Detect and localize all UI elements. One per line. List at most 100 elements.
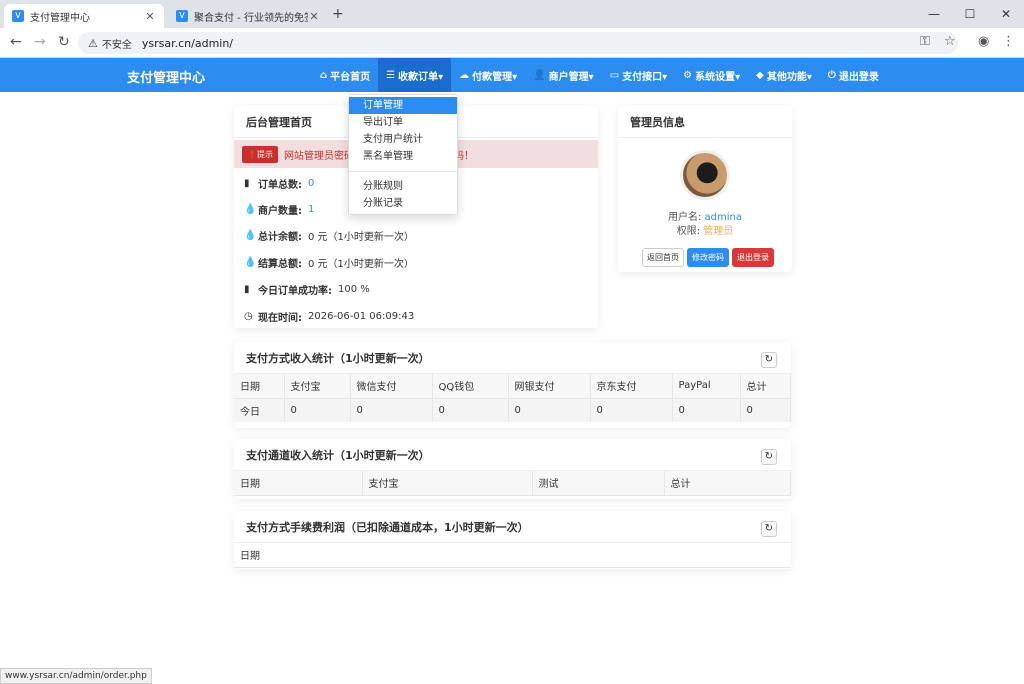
- menu-item-user-stats[interactable]: 支付用户统计: [349, 131, 457, 148]
- tab-close-icon[interactable]: ✕: [308, 10, 320, 23]
- back-home-button[interactable]: 返回首页: [642, 248, 684, 267]
- star-icon[interactable]: ☆: [944, 34, 956, 49]
- nav-home[interactable]: ⌂ 平台首页: [312, 58, 378, 92]
- channel-table: 日期 支付宝 测试 总计: [234, 471, 791, 496]
- stat-value: 0 元（1小时更新一次）: [308, 259, 414, 270]
- panel-title: 支付方式收入统计（1小时更新一次）: [234, 342, 791, 374]
- nav-merchants[interactable]: 👤 商户管理▾: [525, 58, 601, 92]
- admin-role-row: 权限: 管理员: [618, 222, 792, 237]
- table-header-row: 日期: [234, 543, 791, 568]
- nav-settings[interactable]: ⚙ 系统设置▾: [675, 58, 748, 92]
- gear-icon: ⚙: [683, 69, 693, 81]
- stat-value[interactable]: 1: [308, 204, 314, 215]
- column-header: QQ钱包: [432, 374, 509, 399]
- power-icon: ⏻: [827, 69, 836, 81]
- table-header-row: 日期 支付宝 微信支付 QQ钱包 网银支付 京东支付 PayPal 总计: [234, 374, 791, 399]
- channel-panel: 支付通道收入统计（1小时更新一次） ↻ 日期 支付宝 测试 总计: [234, 439, 791, 499]
- drop-icon: 💧: [244, 204, 257, 215]
- reload-icon[interactable]: ↻: [58, 34, 70, 50]
- column-header: 支付宝: [284, 374, 351, 399]
- alert-text: 网站管理员密码: [283, 150, 354, 162]
- admin-panel: 管理员信息 用户名: admina 权限: 管理员 返回首页 修改密码 退出登录: [618, 106, 792, 272]
- alert-badge: ❗提示: [242, 145, 278, 163]
- nav-logout[interactable]: ⏻ 退出登录: [820, 58, 887, 92]
- stat-value[interactable]: 0: [308, 178, 314, 189]
- column-header: 总计: [664, 471, 791, 496]
- browser-tab-bar: V 支付管理中心 ✕ V 聚合支付 - 行业领先的免签约支 ✕ + — ☐ ✕: [0, 0, 1024, 28]
- pay-method-panel: 支付方式收入统计（1小时更新一次） ↻ 日期 支付宝 微信支付 QQ钱包 网银支…: [234, 342, 791, 428]
- cube-icon: ◆: [756, 69, 764, 81]
- role-label: 权限:: [676, 226, 701, 237]
- minimize-icon[interactable]: —: [916, 4, 952, 24]
- stat-label: 今日订单成功率:: [258, 286, 332, 297]
- menu-item-split-rules[interactable]: 分账规则: [349, 178, 457, 195]
- stat-value: 2026-06-01 06:09:43: [308, 311, 415, 322]
- table-cell: 0: [284, 398, 351, 422]
- refresh-icon[interactable]: ↻: [761, 352, 777, 368]
- orders-dropdown: 订单管理 导出订单 支付用户统计 黑名单管理 分账规则 分账记录: [348, 94, 458, 215]
- menu-icon[interactable]: ⋮: [1002, 34, 1015, 49]
- refresh-icon[interactable]: ↻: [761, 521, 777, 537]
- table-cell: 0: [590, 398, 673, 422]
- cloud-icon: ☁: [459, 69, 470, 81]
- maximize-icon[interactable]: ☐: [952, 4, 988, 24]
- table-cell: 0: [508, 398, 591, 422]
- drop-icon: 💧: [244, 230, 257, 241]
- table-cell: 0: [432, 398, 509, 422]
- menu-item-order-manage[interactable]: 订单管理: [349, 97, 457, 114]
- table-cell: 0: [740, 398, 791, 422]
- fee-table: 日期: [234, 543, 791, 568]
- nav-orders[interactable]: ☰ 收款订单▾: [378, 58, 452, 92]
- tab-close-icon[interactable]: ✕: [144, 10, 156, 23]
- forward-icon[interactable]: →: [34, 34, 46, 50]
- nav-interfaces[interactable]: ▭ 支付接口▾: [602, 58, 675, 92]
- pay-method-table: 日期 支付宝 微信支付 QQ钱包 网银支付 京东支付 PayPal 总计 今日 …: [234, 374, 791, 422]
- back-icon[interactable]: ←: [10, 34, 22, 50]
- status-bar: www.ysrsar.cn/admin/order.php: [0, 668, 152, 684]
- menu-divider: [349, 171, 457, 172]
- window-close-icon[interactable]: ✕: [988, 4, 1024, 24]
- profile-icon[interactable]: ◉: [978, 34, 989, 49]
- column-header: PayPal: [672, 374, 741, 399]
- home-icon: ⌂: [320, 69, 328, 81]
- table-cell: 0: [672, 398, 741, 422]
- security-label: 不安全: [101, 39, 132, 51]
- nav-label: 系统设置▾: [695, 71, 741, 83]
- key-icon[interactable]: ⚿: [920, 34, 930, 49]
- logout-button[interactable]: 退出登录: [732, 248, 774, 267]
- column-header: 支付宝: [362, 471, 533, 496]
- user-icon: 👤: [533, 69, 546, 81]
- column-header: 微信支付: [350, 374, 433, 399]
- stat-merchant-count: 💧 商户数量: 1: [244, 202, 314, 217]
- nav-label: 收款订单▾: [398, 71, 444, 83]
- refresh-icon[interactable]: ↻: [761, 449, 777, 465]
- panel-title: 支付方式手续费利润（已扣除通道成本，1小时更新一次）: [234, 511, 791, 543]
- change-password-button[interactable]: 修改密码: [687, 248, 729, 267]
- address-bar: ← → ↻ ⚠ 不安全 ysrsar.cn/admin/ ⚿ ☆ ◉ ⋮: [0, 28, 1024, 58]
- menu-item-blacklist[interactable]: 黑名单管理: [349, 148, 457, 165]
- site-brand[interactable]: 支付管理中心: [127, 67, 205, 86]
- url-field[interactable]: ⚠ 不安全 ysrsar.cn/admin/: [78, 32, 958, 54]
- new-tab-button[interactable]: +: [332, 6, 344, 22]
- browser-tab-inactive[interactable]: V 聚合支付 - 行业领先的免签约支 ✕: [168, 4, 328, 28]
- menu-item-export-orders[interactable]: 导出订单: [349, 114, 457, 131]
- column-header: 网银支付: [508, 374, 591, 399]
- nav-payments[interactable]: ☁ 付款管理▾: [451, 58, 525, 92]
- url-text: ysrsar.cn/admin/: [141, 36, 234, 50]
- menu-item-split-records[interactable]: 分账记录: [349, 195, 457, 212]
- role-value: 管理员: [703, 226, 734, 237]
- avatar: [680, 150, 730, 200]
- window-controls: — ☐ ✕: [916, 4, 1024, 24]
- nav-label: 其他功能▾: [766, 71, 812, 83]
- nav-other[interactable]: ◆ 其他功能▾: [748, 58, 820, 92]
- tab-title: 支付管理中心: [30, 12, 90, 24]
- site-favicon-icon: V: [12, 10, 24, 22]
- browser-tab-active[interactable]: V 支付管理中心 ✕: [4, 4, 164, 28]
- site-navbar: 支付管理中心 ⌂ 平台首页 ☰ 收款订单▾ ☁ 付款管理▾ 👤 商户管理▾ ▭ 支付接口▾…: [0, 58, 1024, 92]
- nav-label: 商户管理▾: [548, 71, 594, 83]
- site-favicon-icon: V: [176, 10, 188, 22]
- table-cell: 0: [350, 398, 433, 422]
- column-header: 日期: [234, 471, 363, 496]
- column-header: 日期: [234, 374, 285, 399]
- admin-username-row: 用户名: admina: [618, 208, 792, 223]
